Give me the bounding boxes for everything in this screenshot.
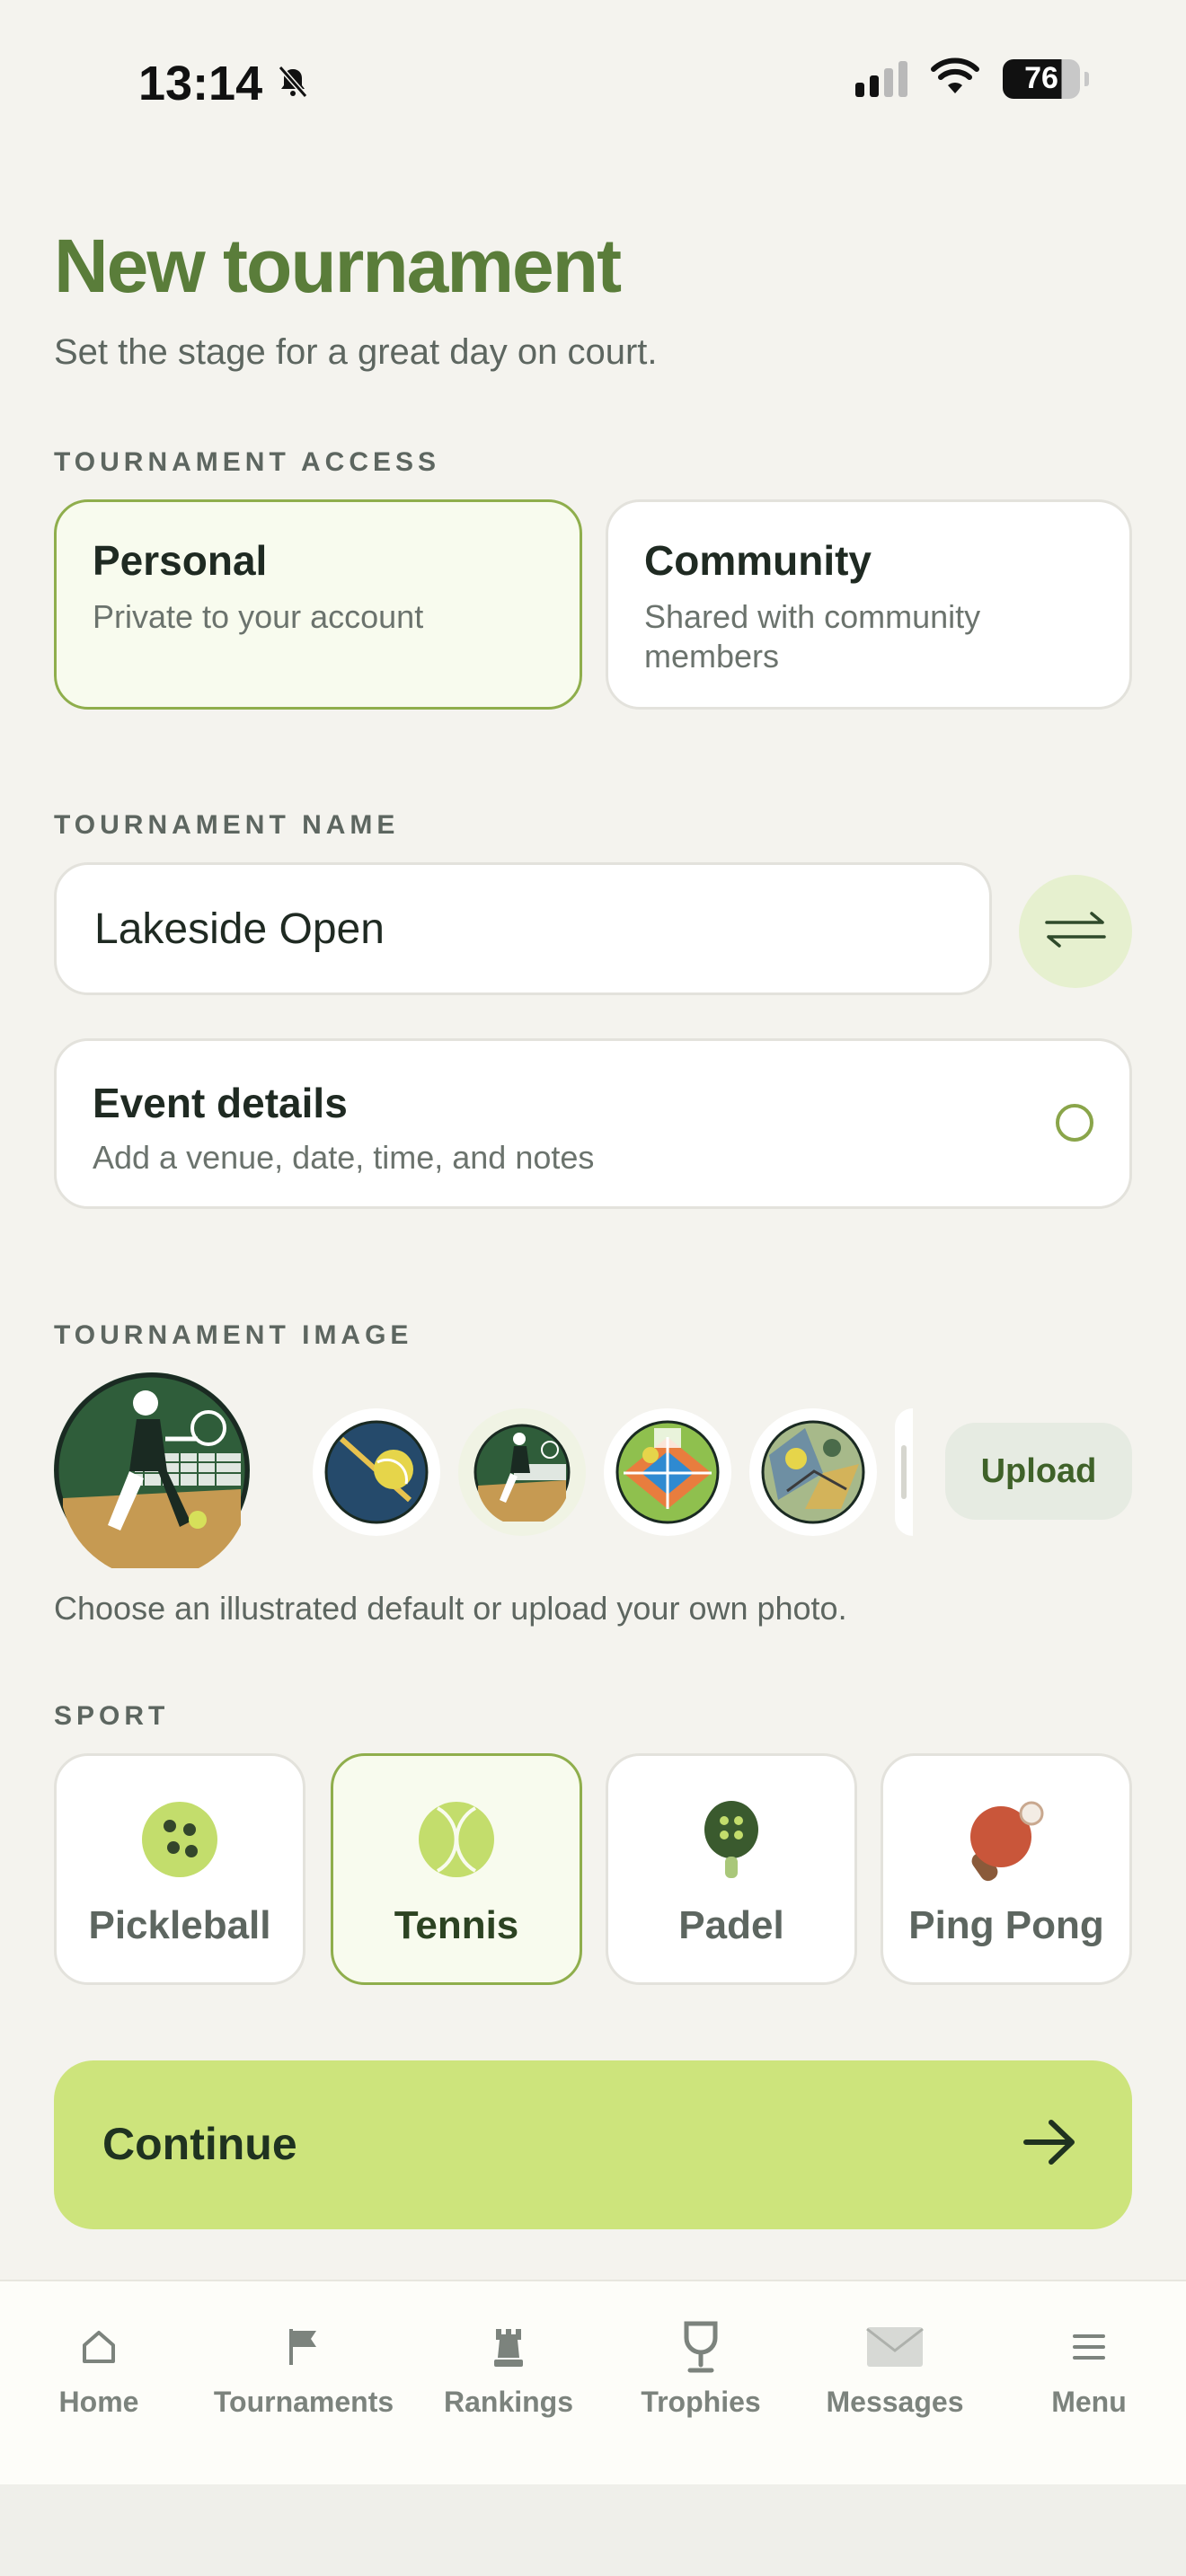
- sport-option-padel[interactable]: Padel: [606, 1753, 857, 1985]
- access-option-title: Personal: [93, 537, 268, 584]
- status-indicators: 76: [855, 57, 1089, 100]
- home-indicator-area: [0, 2484, 1186, 2576]
- arrow-right-icon: [1022, 2118, 1078, 2171]
- sport-option-tennis[interactable]: Tennis: [331, 1753, 582, 1985]
- tournament-name-input[interactable]: Lakeside Open: [54, 862, 992, 995]
- cellular-signal-icon: [855, 60, 907, 97]
- bottom-tab-bar: Home Tournaments Rankings Trophies Messa…: [0, 2280, 1186, 2486]
- tab-messages[interactable]: Messages: [796, 2281, 994, 2486]
- silent-bell-icon: [275, 56, 311, 111]
- trophy-icon: [679, 2317, 722, 2377]
- tab-label: Tournaments: [213, 2386, 394, 2418]
- sport-option-label: Padel: [678, 1903, 784, 1947]
- access-option-personal[interactable]: Personal Private to your account: [54, 499, 582, 710]
- event-details-row[interactable]: Event details Add a venue, date, time, a…: [54, 1038, 1132, 1209]
- sport-option-label: Ping Pong: [908, 1903, 1104, 1947]
- status-time: 13:14: [138, 56, 311, 111]
- wifi-icon: [929, 57, 981, 100]
- tab-menu[interactable]: Menu: [990, 2281, 1186, 2486]
- tab-label: Trophies: [641, 2386, 761, 2418]
- tab-trophies[interactable]: Trophies: [602, 2281, 800, 2486]
- status-time-text: 13:14: [138, 57, 263, 110]
- image-section-label: TOURNAMENT IMAGE: [54, 1320, 413, 1350]
- event-details-toggle[interactable]: [1056, 1104, 1093, 1142]
- battery-level: 76: [1024, 61, 1058, 95]
- event-details-description: Add a venue, date, time, and notes: [93, 1139, 595, 1176]
- image-option-players-collage[interactable]: [749, 1408, 877, 1536]
- continue-label: Continue: [102, 2119, 297, 2169]
- image-hint-text: Choose an illustrated default or upload …: [54, 1590, 847, 1627]
- new-tournament-screen: 13:14 76 New tournament Set the stage fo…: [0, 0, 1186, 2576]
- sport-option-label: Pickleball: [88, 1903, 271, 1947]
- tab-label: Home: [58, 2386, 139, 2418]
- tab-label: Messages: [826, 2386, 964, 2418]
- sport-option-pickleball[interactable]: Pickleball: [54, 1753, 305, 1985]
- continue-button[interactable]: Continue: [54, 2060, 1132, 2229]
- tennis-ball-icon: [416, 1799, 497, 1884]
- flag-icon: [284, 2317, 323, 2377]
- image-option-partial[interactable]: [895, 1408, 913, 1536]
- padel-racket-icon: [691, 1799, 772, 1893]
- sport-section-label: SPORT: [54, 1701, 170, 1731]
- selected-image-preview: [54, 1372, 250, 1568]
- image-option-tennis-ball[interactable]: [313, 1408, 440, 1536]
- access-option-description: Private to your account: [93, 598, 424, 635]
- battery-icon: 76: [1003, 58, 1089, 99]
- tab-tournaments[interactable]: Tournaments: [205, 2281, 403, 2486]
- pickleball-icon: [139, 1799, 220, 1884]
- hamburger-icon: [1071, 2317, 1107, 2377]
- access-section-label: TOURNAMENT ACCESS: [54, 447, 441, 477]
- tab-label: Rankings: [443, 2386, 574, 2418]
- swap-arrows-icon: [1043, 910, 1108, 954]
- page-subtitle: Set the stage for a great day on court.: [54, 332, 658, 372]
- event-details-title: Event details: [93, 1080, 348, 1126]
- envelope-icon: [865, 2317, 925, 2377]
- access-option-community[interactable]: Community Shared with community members: [606, 499, 1132, 710]
- image-option-court-mosaic[interactable]: [604, 1408, 731, 1536]
- sport-option-ping-pong[interactable]: Ping Pong: [881, 1753, 1132, 1985]
- rook-icon: [491, 2317, 527, 2377]
- sport-option-label: Tennis: [394, 1903, 519, 1947]
- page-title: New tournament: [54, 224, 622, 308]
- ping-pong-paddle-icon: [961, 1799, 1051, 1893]
- access-option-description: Shared with community members: [644, 598, 981, 675]
- upload-image-button[interactable]: Upload: [945, 1423, 1132, 1520]
- shuffle-name-button[interactable]: [1019, 875, 1132, 988]
- home-icon: [79, 2317, 119, 2377]
- access-option-title: Community: [644, 537, 872, 584]
- name-section-label: TOURNAMENT NAME: [54, 810, 400, 840]
- image-option-tennis-player[interactable]: [458, 1408, 586, 1536]
- tab-home[interactable]: Home: [0, 2281, 198, 2486]
- tab-rankings[interactable]: Rankings: [410, 2281, 607, 2486]
- tab-label: Menu: [1051, 2386, 1127, 2418]
